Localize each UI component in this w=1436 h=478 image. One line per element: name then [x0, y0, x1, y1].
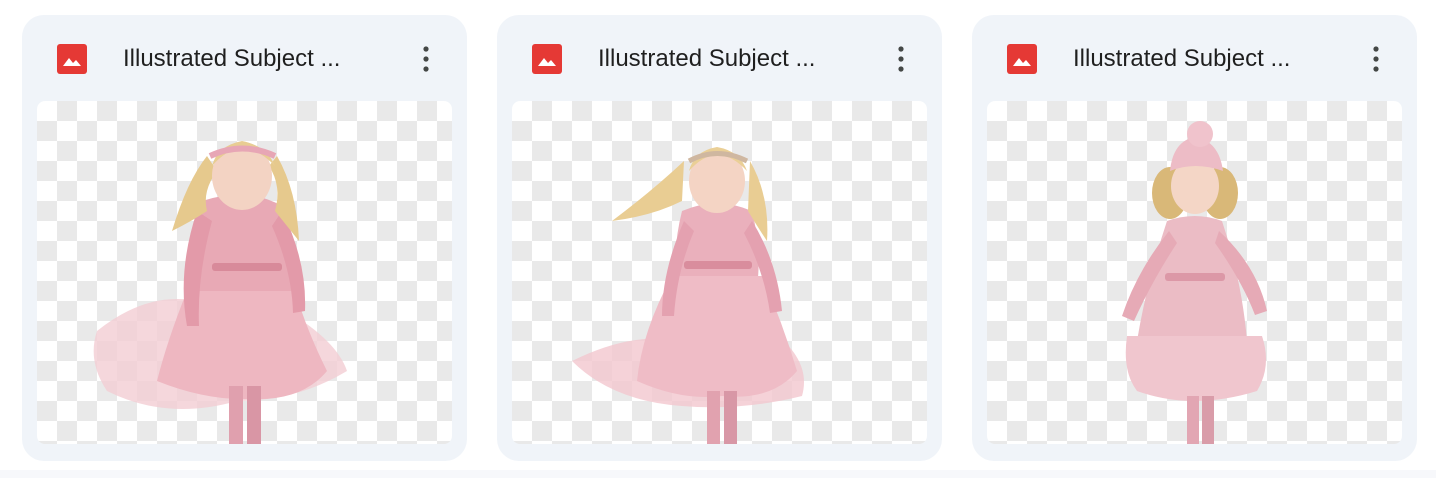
- image-file-icon: [1007, 44, 1037, 74]
- more-options-button[interactable]: [414, 41, 438, 77]
- image-file-icon: [57, 44, 87, 74]
- file-card-header: Illustrated Subject ...: [497, 15, 942, 101]
- illustration-girl-knit-hat: [1122, 121, 1267, 444]
- bottom-divider: [0, 470, 1436, 478]
- image-file-icon: [532, 44, 562, 74]
- file-thumbnail[interactable]: [512, 101, 927, 444]
- illustration-girl-pink-dress: [572, 147, 804, 444]
- more-vert-icon: [1373, 46, 1379, 72]
- file-title[interactable]: Illustrated Subject ...: [1073, 42, 1290, 76]
- file-card-header: Illustrated Subject ...: [972, 15, 1417, 101]
- file-thumbnail[interactable]: [987, 101, 1402, 444]
- file-card[interactable]: Illustrated Subject ...: [972, 15, 1417, 461]
- more-options-button[interactable]: [1364, 41, 1388, 77]
- file-card[interactable]: Illustrated Subject ...: [497, 15, 942, 461]
- illustration-girl-floral-crown: [93, 141, 348, 444]
- file-title[interactable]: Illustrated Subject ...: [598, 42, 815, 76]
- file-thumbnail[interactable]: [37, 101, 452, 444]
- more-options-button[interactable]: [889, 41, 913, 77]
- more-vert-icon: [898, 46, 904, 72]
- more-vert-icon: [423, 46, 429, 72]
- file-card[interactable]: Illustrated Subject ...: [22, 15, 467, 461]
- file-grid: Illustrated Subject ... Illustrated Subj…: [22, 15, 1417, 461]
- file-title[interactable]: Illustrated Subject ...: [123, 42, 340, 76]
- file-card-header: Illustrated Subject ...: [22, 15, 467, 101]
